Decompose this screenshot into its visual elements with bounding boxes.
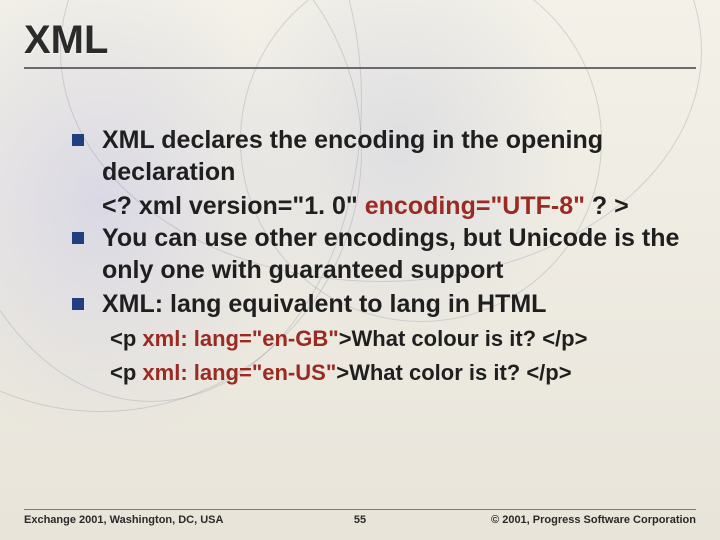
bullet-square-icon — [72, 134, 84, 146]
code-line: <? xml version="1. 0" encoding="UTF-8" ?… — [102, 190, 680, 222]
bullet-row: You can use other encodings, but Unicode… — [72, 222, 680, 286]
bullet-text: XML: lang equivalent to lang in HTML — [102, 288, 546, 320]
footer-rule — [24, 509, 696, 510]
code-plain: <p — [110, 326, 142, 351]
bullet-square-icon — [72, 298, 84, 310]
slide: XML XML declares the encoding in the ope… — [0, 0, 720, 540]
code-plain: <? xml version="1. 0" — [102, 192, 365, 220]
code-keyword: xml: lang="en-US" — [142, 360, 336, 385]
footer-left: Exchange 2001, Washington, DC, USA — [24, 514, 330, 526]
title-rule — [24, 67, 696, 69]
slide-title: XML — [24, 18, 696, 63]
code-plain: >What colour is it? </p> — [339, 326, 588, 351]
code-keyword: encoding="UTF-8" — [365, 192, 585, 220]
code-line: <p xml: lang="en-GB">What colour is it? … — [110, 324, 680, 354]
code-plain: <p — [110, 360, 142, 385]
footer-right: © 2001, Progress Software Corporation — [390, 514, 696, 526]
title-block: XML — [24, 18, 696, 69]
bullet-square-icon — [72, 232, 84, 244]
bullet-row: XML declares the encoding in the opening… — [72, 124, 680, 188]
code-line: <p xml: lang="en-US">What color is it? <… — [110, 358, 680, 388]
bullet-text: XML declares the encoding in the opening… — [102, 124, 680, 188]
footer-row: Exchange 2001, Washington, DC, USA 55 © … — [24, 514, 696, 526]
code-plain: >What color is it? </p> — [336, 360, 571, 385]
footer: Exchange 2001, Washington, DC, USA 55 © … — [24, 509, 696, 526]
slide-number: 55 — [330, 514, 390, 526]
content-area: XML declares the encoding in the opening… — [72, 124, 680, 387]
code-keyword: xml: lang="en-GB" — [142, 326, 338, 351]
bullet-row: XML: lang equivalent to lang in HTML — [72, 288, 680, 320]
bullet-text: You can use other encodings, but Unicode… — [102, 222, 680, 286]
code-plain: ? > — [585, 192, 629, 220]
